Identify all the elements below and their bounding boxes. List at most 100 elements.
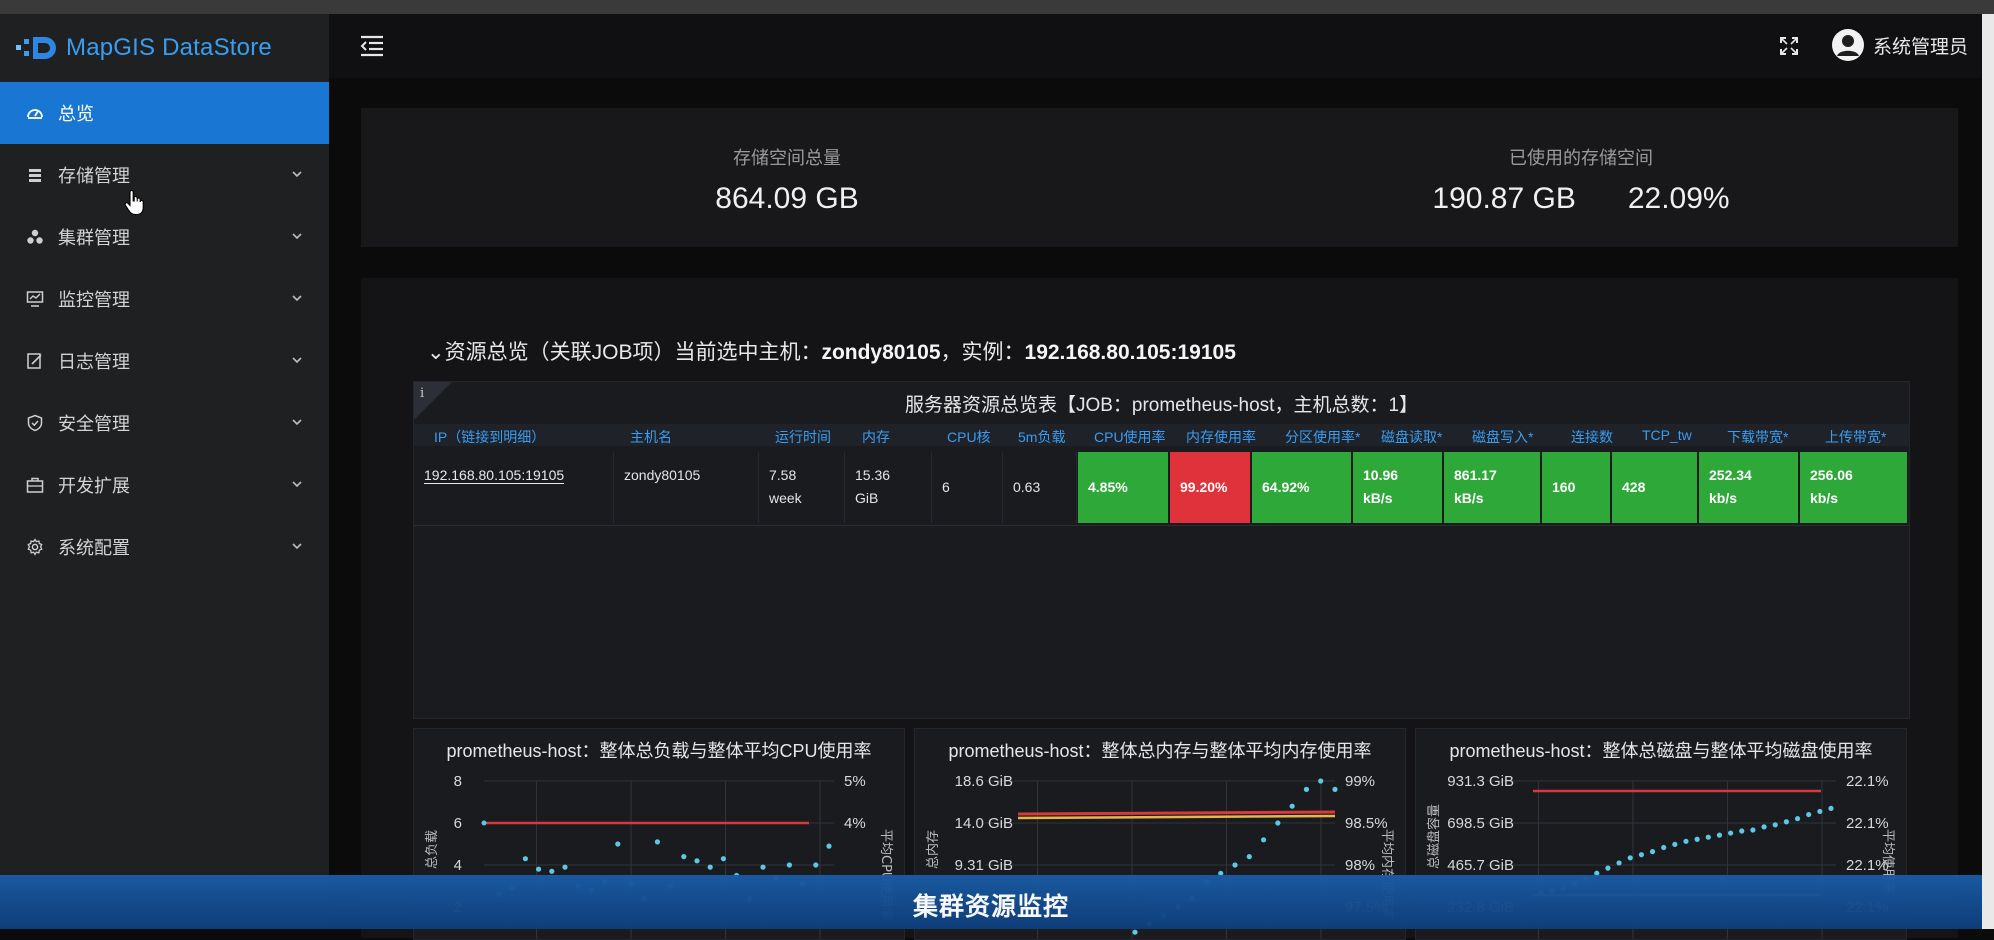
- table-title: 服务器资源总览表【JOB：prometheus-host，主机总数：1】: [904, 395, 1419, 416]
- column-header[interactable]: 上传带宽*: [1825, 427, 1886, 447]
- column-header[interactable]: CPU核: [947, 427, 991, 447]
- chevron-down-icon: [292, 481, 302, 488]
- data-point: [654, 839, 660, 845]
- toolbox-icon: [26, 476, 44, 494]
- data-point: [1750, 827, 1756, 833]
- data-point: [1605, 865, 1611, 871]
- y2-tick-label: 5%: [844, 773, 866, 790]
- download-unit: kb/s: [1709, 490, 1738, 506]
- table-header: IP（链接到明细） 主机名 运行时间 内存 CPU核 5m负载 CPU使用率 内…: [414, 424, 1909, 446]
- page-scrollbar[interactable]: [1982, 14, 1994, 929]
- memory-unit: GiB: [855, 490, 879, 506]
- column-header[interactable]: 运行时间: [775, 427, 831, 447]
- data-point: [1318, 778, 1324, 784]
- data-point: [1817, 808, 1823, 815]
- data-point: [1332, 786, 1338, 792]
- data-point: [1761, 824, 1767, 830]
- sidebar-item-log[interactable]: 日志管理: [0, 330, 329, 392]
- logo-text: MapGIS DataStore: [66, 34, 272, 61]
- main-content: 存储空间总量 864.09 GB 已使用的存储空间 190.87 GB 22.09…: [329, 78, 1982, 940]
- uptime-cell: 7.58 week: [759, 452, 845, 523]
- server-resource-table-panel: i 服务器资源总览表【JOB：prometheus-host，主机总数：1】 I…: [413, 381, 1910, 719]
- memory-cell: 15.36 GiB: [845, 452, 932, 523]
- dashboard-icon: [26, 104, 44, 122]
- sidebar-item-label: 安全管理: [58, 414, 130, 434]
- column-header[interactable]: IP（链接到明细）: [434, 427, 545, 447]
- data-point: [1289, 803, 1295, 809]
- sidebar-item-overview[interactable]: 总览: [0, 82, 329, 144]
- logo[interactable]: MapGIS DataStore: [0, 14, 329, 82]
- y-tick-label: 9.31 GiB: [955, 857, 1013, 874]
- upload-unit: kb/s: [1810, 490, 1839, 506]
- sidebar-item-label: 监控管理: [58, 290, 130, 310]
- sidebar-item-security[interactable]: 安全管理: [0, 392, 329, 454]
- data-point: [1694, 836, 1700, 842]
- sidebar-item-cluster[interactable]: 集群管理: [0, 206, 329, 268]
- column-header[interactable]: 磁盘写入*: [1472, 427, 1533, 447]
- data-point: [1132, 929, 1138, 935]
- menu-fold-icon[interactable]: [359, 34, 385, 58]
- mem-usage-cell: 99.20%: [1170, 452, 1252, 523]
- partition-usage-cell: 64.92%: [1252, 452, 1353, 523]
- top-header: 系统管理员: [329, 14, 1982, 78]
- sidebar-item-label: 存储管理: [58, 166, 130, 186]
- collapse-chevron-icon[interactable]: ⌄: [427, 341, 445, 364]
- y2-tick-label: 4%: [844, 815, 866, 832]
- window-top-strip: [0, 0, 1994, 14]
- monitor-icon: [26, 290, 44, 308]
- gear-icon: [26, 538, 44, 556]
- resource-title-prefix: 资源总览（关联JOB项）当前选中主机：: [444, 341, 822, 364]
- data-point: [826, 843, 832, 849]
- data-point: [707, 864, 713, 870]
- data-point: [536, 866, 542, 872]
- banner-title: 集群资源监控: [912, 893, 1069, 921]
- data-point: [1772, 822, 1778, 828]
- data-point: [1705, 834, 1711, 840]
- y-tick-label: 6: [454, 815, 462, 832]
- data-point: [1246, 854, 1252, 860]
- table-row: 192.168.80.105:19105 zondy80105 7.58 week…: [414, 452, 1909, 525]
- chevron-down-icon: [292, 543, 302, 550]
- total-storage-value: 864.09 GB: [715, 182, 859, 215]
- y-tick-label: 18.6 GiB: [955, 773, 1013, 790]
- column-header[interactable]: 磁盘读取*: [1381, 427, 1442, 447]
- load-5m-cell: 0.63: [1003, 452, 1077, 523]
- storage-icon: [26, 166, 44, 184]
- data-point: [1739, 828, 1745, 834]
- data-point: [1275, 820, 1281, 826]
- column-header[interactable]: TCP_tw: [1642, 427, 1692, 443]
- y-tick-label: 14.0 GiB: [955, 815, 1013, 832]
- data-point: [1627, 855, 1633, 861]
- column-header[interactable]: 连接数: [1571, 427, 1613, 447]
- fullscreen-icon[interactable]: [1779, 36, 1799, 56]
- selected-host: zondy80105: [821, 341, 941, 364]
- download-cell: 252.34 kb/s: [1699, 452, 1800, 523]
- column-header[interactable]: 下载带宽*: [1727, 427, 1788, 447]
- memory-total-line: [1017, 814, 1336, 820]
- sidebar-item-monitor[interactable]: 监控管理: [0, 268, 329, 330]
- ip-cell: 192.168.80.105:19105: [414, 452, 614, 523]
- sidebar-item-system-config[interactable]: 系统配置: [0, 516, 329, 578]
- column-header[interactable]: 5m负载: [1018, 427, 1065, 447]
- column-header[interactable]: CPU使用率: [1094, 427, 1166, 447]
- column-header[interactable]: 主机名: [630, 427, 672, 447]
- resource-title-mid: ，实例：: [940, 341, 1025, 364]
- sidebar-item-dev-extension[interactable]: 开发扩展: [0, 454, 329, 516]
- data-point: [1638, 852, 1644, 858]
- data-point: [1683, 838, 1689, 844]
- disk-write-value: 861.17: [1454, 467, 1497, 483]
- total-storage-label: 存储空间总量: [733, 148, 841, 168]
- resource-overview-title[interactable]: ⌄资源总览（关联JOB项）当前选中主机：zondy80105，实例：192.16…: [427, 336, 1236, 366]
- sidebar-item-label: 开发扩展: [58, 476, 130, 496]
- user-menu[interactable]: 系统管理员: [1831, 28, 1968, 62]
- column-header[interactable]: 内存: [862, 427, 890, 447]
- sidebar-item-storage[interactable]: 存储管理: [0, 144, 329, 206]
- ip-link[interactable]: 192.168.80.105:19105: [424, 467, 565, 484]
- data-point: [681, 854, 687, 860]
- cluster-monitor-banner: 集群资源监控: [0, 875, 1982, 929]
- selected-instance: 192.168.80.105:19105: [1024, 341, 1236, 364]
- uptime-unit: week: [769, 490, 802, 506]
- column-header[interactable]: 分区使用率*: [1285, 427, 1360, 447]
- data-point: [813, 862, 819, 868]
- column-header[interactable]: 内存使用率: [1186, 427, 1256, 447]
